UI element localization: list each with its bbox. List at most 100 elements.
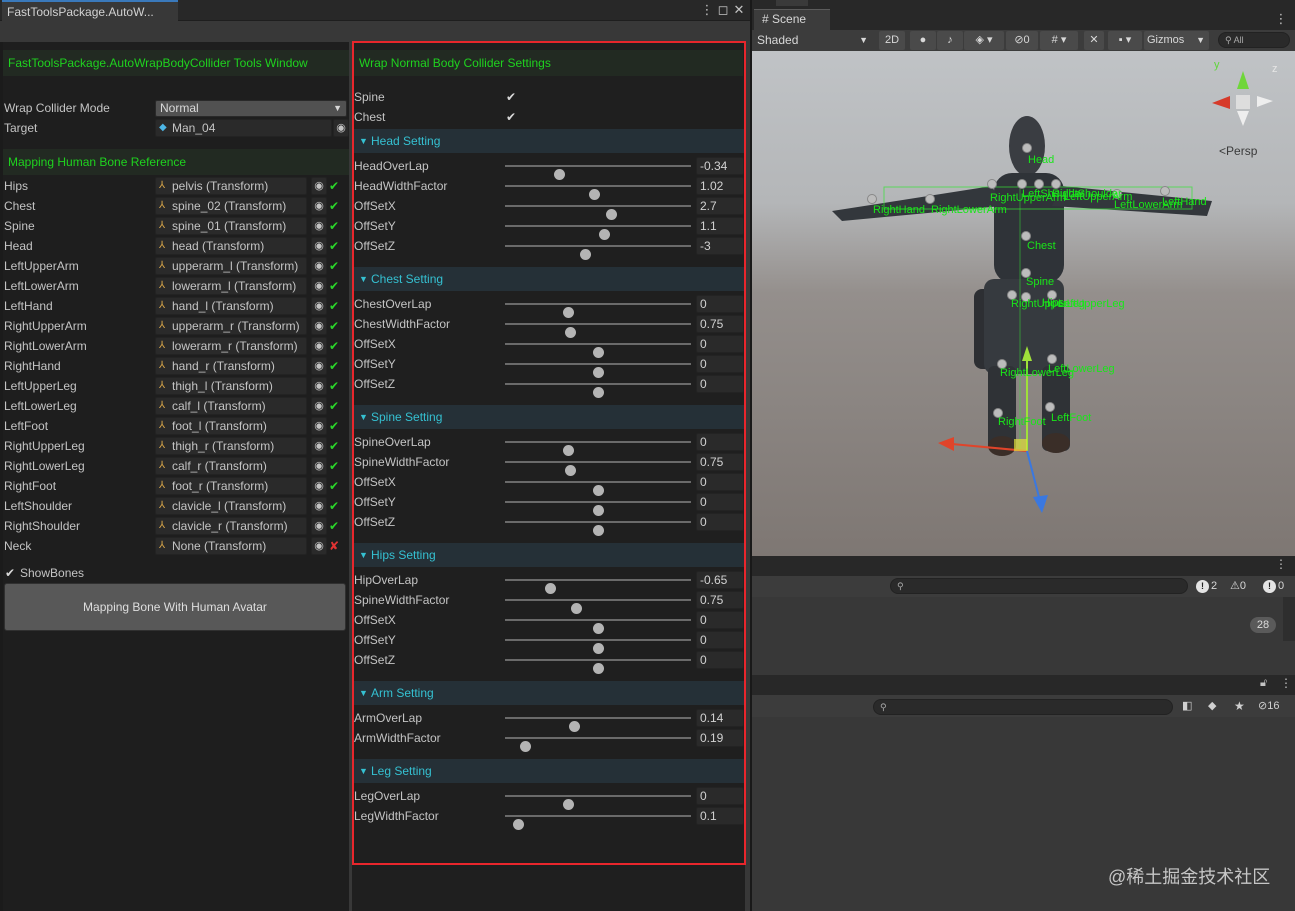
bone-transform-field[interactable]: ⅄ calf_r (Transform) <box>155 457 307 475</box>
bone-transform-field[interactable]: ⅄ spine_01 (Transform) <box>155 217 307 235</box>
window-tab[interactable]: FastToolsPackage.AutoW... <box>2 0 178 22</box>
watermark: @稀土掘金技术社区 <box>1108 867 1271 887</box>
gizmos-dropdown[interactable]: Gizmos ▼ <box>1144 31 1209 50</box>
console-tab-bar: ⋮ <box>752 556 1295 576</box>
wrap-mode-dropdown[interactable]: Normal ▼ <box>155 100 347 117</box>
object-picker-icon[interactable]: ◉ <box>311 537 327 555</box>
object-picker-icon[interactable]: ◉ <box>311 417 327 435</box>
bone-marker[interactable] <box>987 179 997 189</box>
label-icon[interactable]: ◆ <box>1208 699 1216 712</box>
eye-slash-icon: ⊘ <box>1014 34 1024 46</box>
console-search-input[interactable]: ⚲ <box>890 578 1188 594</box>
object-picker-icon[interactable]: ◉ <box>311 177 327 195</box>
scene-viewport[interactable]: y z <Persp Head RightHand RightLowerArm Rig… <box>752 51 1295 556</box>
bone-transform-field[interactable]: ⅄ upperarm_l (Transform) <box>155 257 307 275</box>
bone-marker[interactable] <box>1022 143 1032 153</box>
object-picker-icon[interactable]: ◉ <box>311 457 327 475</box>
orientation-gizmo[interactable] <box>1212 71 1273 126</box>
error-count-toggle[interactable]: ! 0 <box>1263 578 1284 594</box>
error-count: 0 <box>1278 580 1285 592</box>
bone-transform-field[interactable]: ⅄ foot_r (Transform) <box>155 477 307 495</box>
object-picker-icon[interactable]: ◉ <box>311 397 327 415</box>
scene-more-icon[interactable]: ⋮ <box>1274 11 1288 27</box>
bone-transform-field[interactable]: ⅄ lowerarm_l (Transform) <box>155 277 307 295</box>
inactive-tab[interactable] <box>776 0 808 6</box>
scene-tab-label: Scene <box>772 12 807 26</box>
console-scrollbar[interactable] <box>1283 597 1295 641</box>
object-picker-icon[interactable]: ◉ <box>311 357 327 375</box>
more-options-icon[interactable]: ⋮ <box>700 2 714 18</box>
project-more-icon[interactable]: ⋮ <box>1280 676 1292 690</box>
bone-marker[interactable] <box>925 194 935 204</box>
bone-marker[interactable] <box>867 194 877 204</box>
object-picker-icon[interactable]: ◉ <box>311 497 327 515</box>
audio-icon[interactable]: ♪ <box>937 31 963 50</box>
bone-transform-field[interactable]: ⅄ hand_l (Transform) <box>155 297 307 315</box>
console-log-area[interactable]: 28 <box>752 597 1295 675</box>
close-icon[interactable]: ✕ <box>732 2 746 18</box>
persp-label[interactable]: <Persp <box>1219 144 1257 158</box>
bone-marker[interactable] <box>1045 402 1055 412</box>
object-picker-icon[interactable]: ◉ <box>311 257 327 275</box>
bone-transform-field[interactable]: ⅄ clavicle_r (Transform) <box>155 517 307 535</box>
lighting-icon[interactable]: ● <box>910 31 936 50</box>
object-picker-icon[interactable]: ◉ <box>311 377 327 395</box>
cube-icon: ◆ <box>159 122 167 133</box>
eye-slash-icon: ⊘ <box>1258 700 1268 712</box>
bone-transform-field[interactable]: ⅄ foot_l (Transform) <box>155 417 307 435</box>
maximize-icon[interactable]: ◻ <box>716 2 730 18</box>
project-tab-bar: 🔓︎ ⋮ <box>752 675 1295 695</box>
bone-transform-value: upperarm_r (Transform) <box>172 319 300 333</box>
object-picker-icon[interactable]: ◉ <box>311 217 327 235</box>
object-picker-icon[interactable]: ◉ <box>311 477 327 495</box>
project-search-input[interactable]: ⚲ <box>873 699 1173 715</box>
bone-transform-field[interactable]: ⅄ upperarm_r (Transform) <box>155 317 307 335</box>
tools-icon[interactable]: ✕ <box>1084 31 1104 50</box>
object-picker-icon[interactable]: ◉ <box>311 237 327 255</box>
object-picker-icon[interactable]: ◉ <box>311 317 327 335</box>
bone-transform-field[interactable]: ⅄ thigh_r (Transform) <box>155 437 307 455</box>
show-bones-checkbox[interactable]: ✔ <box>5 563 15 583</box>
bone-name: LeftUpperArm <box>4 259 79 273</box>
bone-transform-field[interactable]: ⅄ None (Transform) <box>155 537 307 555</box>
target-picker-icon[interactable]: ◉ <box>333 119 349 137</box>
favorite-icon[interactable]: ★ <box>1234 699 1245 713</box>
bone-transform-field[interactable]: ⅄ lowerarm_r (Transform) <box>155 337 307 355</box>
grid-snap-icon[interactable]: # ▾ <box>1040 31 1078 50</box>
object-picker-icon[interactable]: ◉ <box>311 437 327 455</box>
object-picker-icon[interactable]: ◉ <box>311 337 327 355</box>
console-more-icon[interactable]: ⋮ <box>1275 557 1287 571</box>
bone-gizmo-label: RightShoulder <box>1052 188 1122 200</box>
log-count-toggle[interactable]: ! 2 <box>1196 578 1217 594</box>
project-hidden-toggle[interactable]: ⊘16 <box>1258 699 1279 712</box>
shading-dropdown[interactable]: Shaded ▼ <box>754 31 872 50</box>
error-icon: ! <box>1263 580 1276 593</box>
bone-transform-field[interactable]: ⅄ thigh_l (Transform) <box>155 377 307 395</box>
target-field[interactable]: ◆ Man_04 <box>155 119 332 137</box>
filter-type-icon[interactable]: ◧ <box>1182 699 1192 712</box>
bone-transform-field[interactable]: ⅄ calf_l (Transform) <box>155 397 307 415</box>
camera-icon[interactable]: ▪ ▾ <box>1108 31 1142 50</box>
2d-toggle[interactable]: 2D <box>879 31 905 50</box>
bone-transform-value: foot_l (Transform) <box>172 419 267 433</box>
hidden-objects-toggle[interactable]: ⊘0 <box>1006 31 1038 50</box>
bone-transform-field[interactable]: ⅄ clavicle_l (Transform) <box>155 497 307 515</box>
show-bones-row: ✔ ShowBones <box>3 563 203 583</box>
object-picker-icon[interactable]: ◉ <box>311 517 327 535</box>
scene-search-input[interactable]: ⚲ All <box>1218 32 1290 48</box>
object-picker-icon[interactable]: ◉ <box>311 197 327 215</box>
bone-transform-field[interactable]: ⅄ head (Transform) <box>155 237 307 255</box>
lock-icon[interactable]: 🔓︎ <box>1260 677 1267 690</box>
bone-transform-field[interactable]: ⅄ hand_r (Transform) <box>155 357 307 375</box>
map-bones-button[interactable]: Mapping Bone With Human Avatar <box>4 583 346 631</box>
scene-tab[interactable]: # Scene <box>754 9 830 30</box>
effects-icon[interactable]: ◈ ▾ <box>964 31 1004 50</box>
bone-transform-field[interactable]: ⅄ spine_02 (Transform) <box>155 197 307 215</box>
warning-count-toggle[interactable]: ⚠0 <box>1230 578 1246 594</box>
bone-name: RightUpperLeg <box>4 439 85 453</box>
grid-icon: # <box>762 12 769 26</box>
bone-marker[interactable] <box>1160 186 1170 196</box>
object-picker-icon[interactable]: ◉ <box>311 277 327 295</box>
object-picker-icon[interactable]: ◉ <box>311 297 327 315</box>
bone-transform-field[interactable]: ⅄ pelvis (Transform) <box>155 177 307 195</box>
